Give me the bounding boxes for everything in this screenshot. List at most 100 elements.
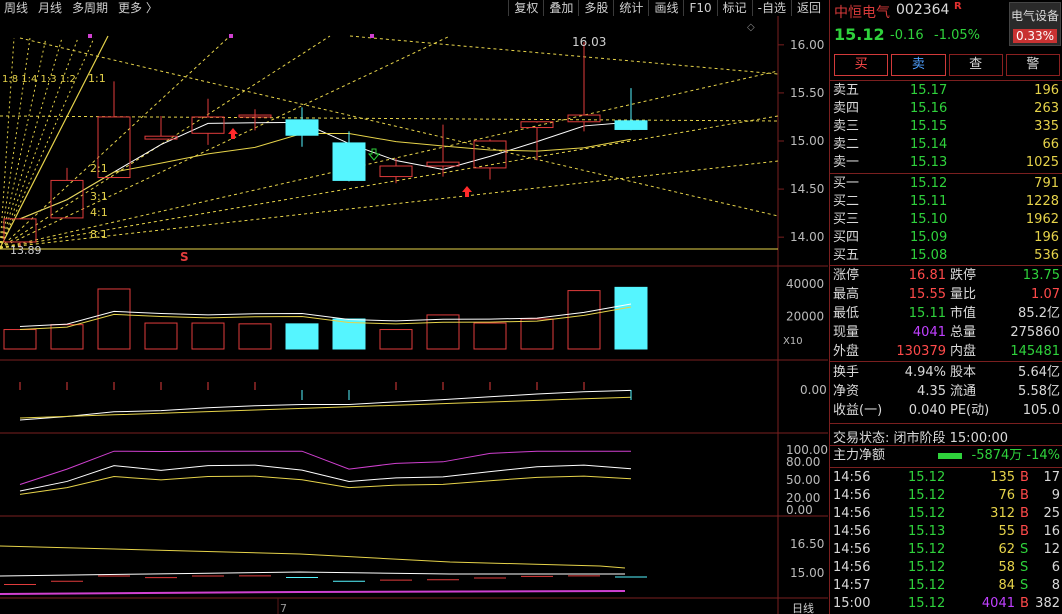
stat-value: 130379 — [896, 344, 946, 359]
bid-row[interactable]: 买五 15.08 536 — [830, 247, 1062, 265]
tick-time: 14:56 — [833, 524, 871, 539]
price-axis-label: 14.50 — [790, 182, 824, 196]
stock-code: 002364 — [896, 2, 950, 18]
ask-row[interactable]: 卖二 15.14 66 — [830, 136, 1062, 154]
volume-bar — [3, 329, 37, 350]
ma-line — [19, 121, 632, 220]
ask-row[interactable]: 卖五 15.17 196 — [830, 82, 1062, 100]
volume-bar — [144, 322, 178, 350]
divider — [830, 467, 1062, 468]
stat-key: 跌停 — [950, 268, 977, 283]
volume-unit-label: X10 — [783, 336, 803, 347]
bid-volume: 1228 — [1025, 194, 1059, 209]
bid-row[interactable]: 买四 15.09 196 — [830, 229, 1062, 247]
kline-chart[interactable]: 16.00 15.50 15.00 14.50 14.00 40000 20000 0.0… — [0, 16, 828, 614]
ask-row[interactable]: 卖一 15.13 1025 — [830, 154, 1062, 172]
tick-time: 14:56 — [833, 506, 871, 521]
stat-value: 4.94% — [904, 365, 946, 380]
tick-volume: 62 — [998, 542, 1015, 557]
candle-body — [191, 116, 225, 134]
tab-more[interactable]: 更多 〉 — [118, 0, 158, 16]
alert-button[interactable]: 警 — [1005, 54, 1060, 76]
bottom-indicator-panel: 16.50 15.00 — [0, 537, 824, 595]
sector-name: 电气设备 — [1010, 9, 1059, 23]
draw-line-button[interactable]: 画线 — [648, 0, 683, 16]
gann-line — [0, 37, 95, 249]
tick-count: 9 — [1051, 488, 1060, 503]
volume-bar — [332, 318, 366, 350]
stat-key: 量比 — [950, 287, 977, 302]
tick-row: 14:56 15.12 135 B 17 — [830, 469, 1062, 487]
tick-count: 12 — [1043, 542, 1060, 557]
ask-price: 15.16 — [910, 101, 948, 116]
ask-volume: 196 — [1034, 83, 1059, 98]
bid-row[interactable]: 买二 15.11 1228 — [830, 193, 1062, 211]
bid-price: 15.10 — [910, 212, 948, 227]
low-price-label: 13.89 — [10, 244, 42, 257]
tick-price: 15.13 — [908, 524, 946, 539]
bid-price: 15.08 — [910, 248, 948, 263]
bid-row[interactable]: 买一 15.12 791 — [830, 175, 1062, 193]
stat-value: 145481 — [1010, 344, 1060, 359]
gann-ratio-3-1: 3:1 — [90, 190, 108, 203]
bottom-line — [0, 571, 625, 577]
stat-key: 涨停 — [833, 268, 860, 283]
price-axis-label: 14.00 — [790, 230, 824, 244]
sell-button[interactable]: 卖 — [891, 54, 946, 76]
macd-panel: 0.00 — [19, 382, 827, 421]
back-button[interactable]: 返回 — [790, 0, 826, 16]
stat-value: 1.07 — [1031, 287, 1060, 302]
tick-row: 14:56 15.12 312 B 25 — [830, 505, 1062, 523]
ask-volume: 1025 — [1025, 155, 1059, 170]
stats-button[interactable]: 统计 — [613, 0, 648, 16]
gann-ratio-small: 1:8 1:4 1:3 1:2 — [2, 74, 76, 85]
tab-weekly[interactable]: 周线 — [4, 0, 28, 16]
candle-body — [285, 119, 319, 136]
bottom-axis-label: 15.00 — [790, 566, 824, 580]
multi-stock-button[interactable]: 多股 — [578, 0, 613, 16]
stock-name[interactable]: 中恒电气 — [834, 2, 890, 22]
volume-bar — [50, 324, 84, 350]
stat-value: 0.040 — [908, 403, 946, 418]
tick-volume: 312 — [990, 506, 1015, 521]
gann-line — [0, 35, 451, 249]
remove-watchlist-button[interactable]: -自选 — [751, 0, 791, 16]
tick-direction: B — [1020, 596, 1029, 611]
overlay-button[interactable]: 叠加 — [543, 0, 578, 16]
tab-multi-period[interactable]: 多周期 — [72, 0, 108, 16]
stat-value: 15.11 — [908, 306, 946, 321]
tick-row: 14:57 15.12 84 S 8 — [830, 577, 1062, 595]
volume-axis-label: 20000 — [786, 310, 824, 324]
ask-row[interactable]: 卖四 15.16 263 — [830, 100, 1062, 118]
macd-dea-line — [19, 396, 632, 419]
chart-canvas[interactable]: 16.00 15.50 15.00 14.50 14.00 40000 20000 0.0… — [0, 16, 828, 614]
tick-volume: 135 — [990, 470, 1015, 485]
gann-ratio-4-1: 4:1 — [90, 206, 108, 219]
buy-button[interactable]: 买 — [834, 54, 889, 76]
tick-row: 14:56 15.12 76 B 9 — [830, 487, 1062, 505]
tick-direction: S — [1020, 542, 1029, 557]
bid-row[interactable]: 买三 15.10 1962 — [830, 211, 1062, 229]
ask-price: 15.15 — [910, 119, 948, 134]
gann-line — [0, 35, 231, 249]
daily-period-label[interactable]: 日线 — [792, 601, 814, 614]
stat-key: 总量 — [950, 325, 977, 340]
f10-button[interactable]: F10 — [683, 0, 716, 16]
tick-price: 15.12 — [908, 578, 946, 593]
diamond-icon[interactable]: ◇ — [747, 22, 755, 33]
gann-ratio-2-1: 2:1 — [90, 162, 108, 175]
query-button[interactable]: 查 — [948, 54, 1003, 76]
ask-row[interactable]: 卖三 15.15 335 — [830, 118, 1062, 136]
sector-badge[interactable]: 电气设备 0.33% — [1009, 2, 1061, 46]
gann-line — [0, 115, 779, 249]
bid-volume: 791 — [1034, 176, 1059, 191]
candle-body — [614, 120, 648, 130]
quote-header: 中恒电气 002364 R 电气设备 0.33% 15.12 -0.16 -1.… — [830, 0, 1062, 50]
tab-monthly[interactable]: 月线 — [38, 0, 62, 16]
divider — [830, 423, 1062, 424]
kdj-line — [19, 464, 632, 492]
mark-button[interactable]: 标记 — [716, 0, 752, 16]
adjust-button[interactable]: 复权 — [508, 0, 543, 16]
up-arrow-icon — [228, 128, 238, 139]
period-tabs: 周线 月线 多周期 更多 〉 — [4, 0, 158, 16]
